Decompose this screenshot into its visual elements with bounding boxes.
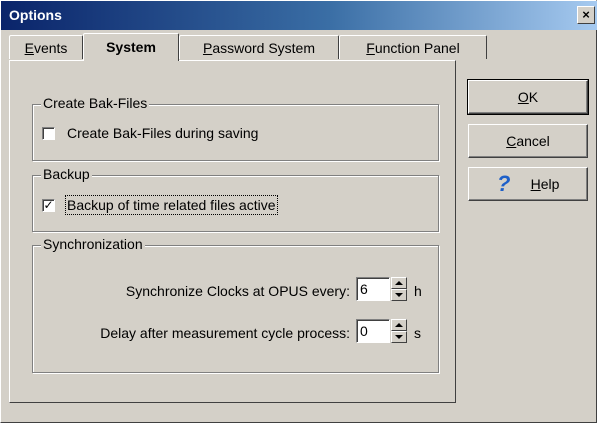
arrow-up-icon bbox=[395, 281, 403, 285]
tab-system[interactable]: System bbox=[83, 33, 179, 61]
options-dialog: Options × Events System Password System … bbox=[0, 0, 597, 423]
delay-input[interactable]: 0 bbox=[356, 319, 390, 343]
group-synchronization: Synchronization Synchronize Clocks at OP… bbox=[32, 236, 439, 373]
arrow-up-icon bbox=[395, 323, 403, 327]
help-label: elp bbox=[540, 176, 560, 192]
bak-files-checkbox-label: Create Bak-Files during saving bbox=[67, 125, 259, 141]
cancel-label: ancel bbox=[516, 133, 550, 149]
delay-spinner bbox=[391, 319, 407, 343]
group-title: Backup bbox=[41, 166, 92, 182]
sync-clocks-up-button[interactable] bbox=[391, 277, 407, 289]
group-create-bak-files: Create Bak-Files Create Bak-Files during… bbox=[32, 95, 439, 161]
group-backup: Backup ✓ Backup of time related files ac… bbox=[32, 166, 439, 232]
delay-value: 0 bbox=[360, 323, 368, 339]
checkmark-icon: ✓ bbox=[43, 198, 54, 212]
arrow-down-icon bbox=[395, 335, 403, 339]
sync-clocks-down-button[interactable] bbox=[391, 289, 407, 301]
tab-function-label: unction Panel bbox=[374, 40, 460, 56]
ok-mnemonic: O bbox=[517, 89, 529, 105]
sync-clocks-value: 6 bbox=[360, 281, 368, 297]
sync-clocks-label: Synchronize Clocks at OPUS every: bbox=[125, 283, 350, 299]
group-title: Create Bak-Files bbox=[41, 95, 150, 111]
tab-password-label: assword System bbox=[212, 40, 316, 56]
window-title: Options bbox=[9, 7, 62, 23]
tab-system-label: System bbox=[106, 39, 156, 55]
sync-clocks-unit: h bbox=[414, 283, 422, 299]
ok-label: K bbox=[528, 89, 539, 105]
ok-button[interactable]: OK bbox=[467, 79, 589, 115]
close-icon: × bbox=[582, 7, 590, 22]
arrow-down-icon bbox=[395, 293, 403, 297]
backup-checkbox[interactable]: ✓ bbox=[42, 199, 55, 212]
delay-down-button[interactable] bbox=[391, 331, 407, 343]
tab-function-panel[interactable]: Function Panel bbox=[339, 35, 487, 59]
sync-clocks-spinner bbox=[391, 277, 407, 301]
tab-events-mnemonic: E bbox=[24, 40, 34, 56]
delay-label: Delay after measurement cycle process: bbox=[100, 325, 350, 341]
backup-checkbox-label: Backup of time related files active bbox=[65, 195, 278, 215]
delay-up-button[interactable] bbox=[391, 319, 407, 331]
tab-events-label: vents bbox=[33, 40, 68, 56]
cancel-mnemonic: C bbox=[506, 133, 517, 149]
tab-function-mnemonic: F bbox=[366, 40, 375, 56]
tab-events[interactable]: Events bbox=[9, 35, 83, 59]
tab-password-mnemonic: P bbox=[202, 40, 213, 56]
bak-files-checkbox[interactable] bbox=[42, 127, 55, 140]
cancel-button[interactable]: Cancel bbox=[468, 124, 588, 158]
group-title: Synchronization bbox=[41, 236, 145, 252]
tab-password-system[interactable]: Password System bbox=[179, 35, 339, 59]
help-button[interactable]: ? Help bbox=[468, 167, 588, 201]
help-mnemonic: H bbox=[530, 176, 541, 192]
close-button[interactable]: × bbox=[577, 6, 595, 24]
delay-unit: s bbox=[414, 325, 421, 341]
help-question-icon: ? bbox=[497, 171, 511, 196]
sync-clocks-input[interactable]: 6 bbox=[356, 277, 390, 301]
title-bar: Options × bbox=[1, 1, 597, 30]
